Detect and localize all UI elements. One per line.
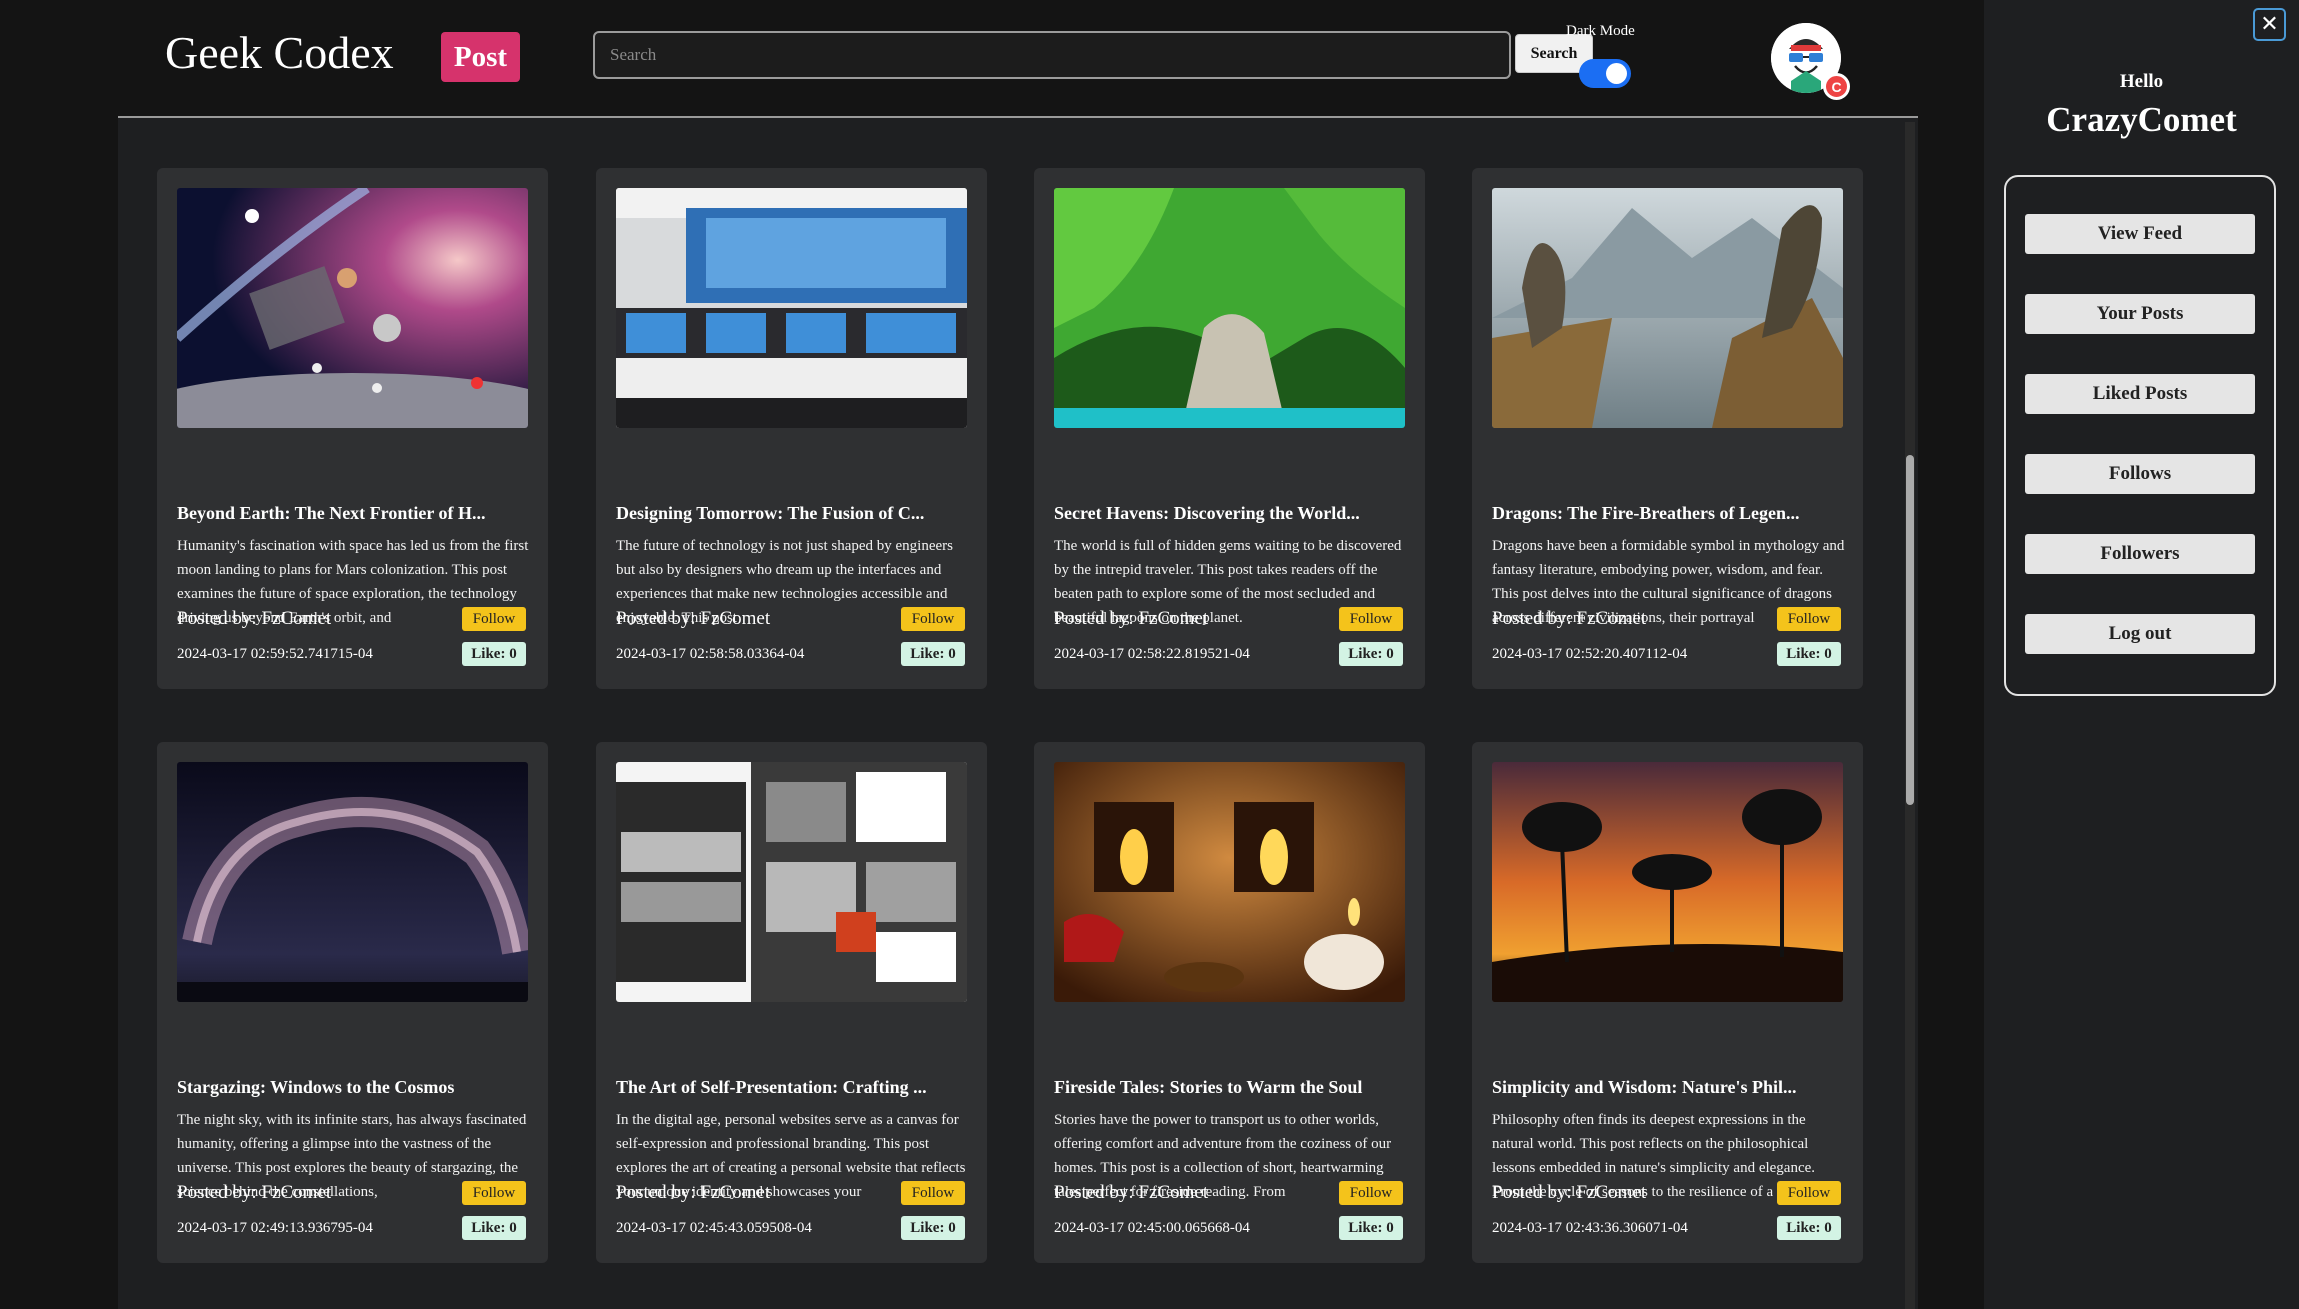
followers-button[interactable]: Followers	[2025, 534, 2255, 574]
milky-way-image[interactable]	[177, 762, 528, 1002]
post-date: 2024-03-17 02:58:22.819521-04	[1054, 646, 1250, 662]
post-card[interactable]: Dragons: The Fire-Breathers of Legen... …	[1472, 168, 1863, 689]
main-content: Geek Codex Post Search Dark Mode C	[118, 0, 1918, 1309]
post-title[interactable]: The Art of Self-Presentation: Crafting .…	[616, 1077, 967, 1098]
left-gutter	[0, 0, 118, 1309]
liked-posts-button[interactable]: Liked Posts	[2025, 374, 2255, 414]
sidebar-menu: View Feed Your Posts Liked Posts Follows…	[2004, 175, 2276, 696]
post-author: Posted by: FzComet	[1492, 608, 1647, 629]
post-title[interactable]: Fireside Tales: Stories to Warm the Soul	[1054, 1077, 1405, 1098]
post-card[interactable]: Stargazing: Windows to the Cosmos The ni…	[157, 742, 548, 1263]
post-card[interactable]: The Art of Self-Presentation: Crafting .…	[596, 742, 987, 1263]
like-button[interactable]: Like: 0	[1777, 642, 1841, 666]
post-title[interactable]: Beyond Earth: The Next Frontier of H...	[177, 503, 528, 524]
post-date: 2024-03-17 02:59:52.741715-04	[177, 646, 373, 662]
post-author: Posted by: FzComet	[1492, 1182, 1647, 1203]
toggle-knob	[1606, 63, 1627, 84]
follows-button[interactable]: Follows	[2025, 454, 2255, 494]
follow-button[interactable]: Follow	[1339, 1181, 1403, 1205]
post-author: Posted by: FzComet	[1054, 608, 1209, 629]
log-out-button[interactable]: Log out	[2025, 614, 2255, 654]
scroll-thumb[interactable]	[1906, 455, 1914, 805]
like-button[interactable]: Like: 0	[901, 642, 965, 666]
post-card[interactable]: Secret Havens: Discovering the World... …	[1034, 168, 1425, 689]
like-button[interactable]: Like: 0	[462, 642, 526, 666]
post-date: 2024-03-17 02:58:58.03364-04	[616, 646, 805, 662]
dark-mode-label: Dark Mode	[1566, 23, 1635, 39]
follow-button[interactable]: Follow	[901, 1181, 965, 1205]
avatar-badge: C	[1823, 73, 1850, 100]
post-author: Posted by: FzComet	[1054, 1182, 1209, 1203]
space-exploration-image[interactable]	[177, 188, 528, 428]
your-posts-button[interactable]: Your Posts	[2025, 294, 2255, 334]
greeting: Hello	[2119, 71, 2164, 92]
post-author: Posted by: FzComet	[177, 608, 332, 629]
like-button[interactable]: Like: 0	[1339, 642, 1403, 666]
post-date: 2024-03-17 02:43:36.306071-04	[1492, 1220, 1688, 1236]
dragons-image[interactable]	[1492, 188, 1843, 428]
post-title[interactable]: Dragons: The Fire-Breathers of Legen...	[1492, 503, 1843, 524]
username: CrazyComet	[2046, 100, 2237, 139]
like-button[interactable]: Like: 0	[1339, 1216, 1403, 1240]
close-icon[interactable]: ✕	[2253, 8, 2286, 41]
post-title[interactable]: Stargazing: Windows to the Cosmos	[177, 1077, 528, 1098]
follow-button[interactable]: Follow	[462, 607, 526, 631]
post-card[interactable]: Beyond Earth: The Next Frontier of H... …	[157, 168, 548, 689]
lagoon-image[interactable]	[1054, 188, 1405, 428]
post-title[interactable]: Simplicity and Wisdom: Nature's Phil...	[1492, 1077, 1843, 1098]
post-author: Posted by: FzComet	[616, 608, 771, 629]
post-author: Posted by: FzComet	[177, 1182, 332, 1203]
top-header: Geek Codex Post Search Dark Mode C	[118, 0, 1918, 118]
post-author: Posted by: FzComet	[616, 1182, 771, 1203]
tech-office-image[interactable]	[616, 188, 967, 428]
like-button[interactable]: Like: 0	[462, 1216, 526, 1240]
sunset-trees-image[interactable]	[1492, 762, 1843, 1002]
fireplace-image[interactable]	[1054, 762, 1405, 1002]
post-date: 2024-03-17 02:45:43.059508-04	[616, 1220, 812, 1236]
post-title[interactable]: Designing Tomorrow: The Fusion of C...	[616, 503, 967, 524]
post-date: 2024-03-17 02:45:00.065668-04	[1054, 1220, 1250, 1236]
search-input[interactable]	[593, 31, 1511, 79]
follow-button[interactable]: Follow	[462, 1181, 526, 1205]
post-date: 2024-03-17 02:52:20.407112-04	[1492, 646, 1688, 662]
like-button[interactable]: Like: 0	[1777, 1216, 1841, 1240]
follow-button[interactable]: Follow	[1777, 607, 1841, 631]
post-date: 2024-03-17 02:49:13.936795-04	[177, 1220, 373, 1236]
view-feed-button[interactable]: View Feed	[2025, 214, 2255, 254]
follow-button[interactable]: Follow	[1777, 1181, 1841, 1205]
post-title[interactable]: Secret Havens: Discovering the World...	[1054, 503, 1405, 524]
feed-scrollbar[interactable]	[1905, 122, 1915, 1309]
post-card[interactable]: Designing Tomorrow: The Fusion of C... T…	[596, 168, 987, 689]
website-collage-image[interactable]	[616, 762, 967, 1002]
new-post-button[interactable]: Post	[441, 32, 520, 82]
dark-mode-toggle[interactable]	[1579, 59, 1631, 88]
follow-button[interactable]: Follow	[1339, 607, 1403, 631]
user-sidebar: ✕ Hello CrazyComet View Feed Your Posts …	[1984, 0, 2299, 1309]
right-gutter	[1918, 0, 1984, 1309]
post-card[interactable]: Simplicity and Wisdom: Nature's Phil... …	[1472, 742, 1863, 1263]
post-card[interactable]: Fireside Tales: Stories to Warm the Soul…	[1034, 742, 1425, 1263]
follow-button[interactable]: Follow	[901, 607, 965, 631]
like-button[interactable]: Like: 0	[901, 1216, 965, 1240]
brand-logo[interactable]: Geek Codex	[165, 26, 394, 79]
